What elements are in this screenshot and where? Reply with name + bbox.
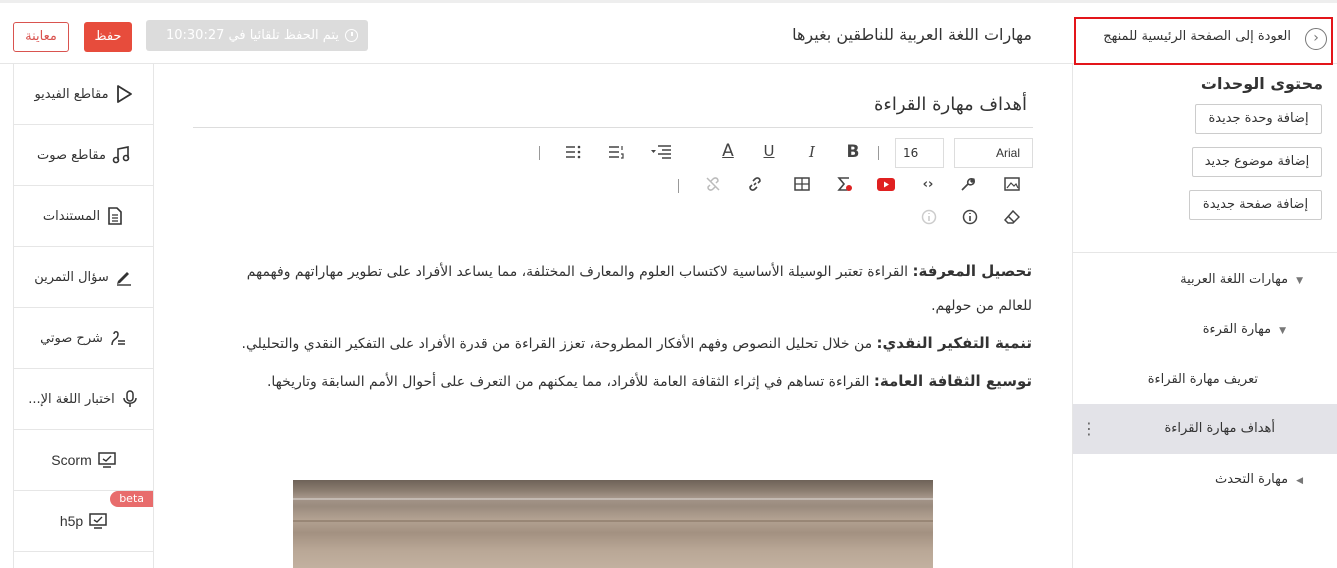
tool-label: h5p (59, 513, 84, 529)
tool-h5p[interactable]: beta h5p (14, 491, 153, 552)
tool-audio[interactable]: مقاطع صوت (14, 125, 153, 186)
bold-icon[interactable]: B (842, 141, 864, 163)
chevron-left-icon: ‹ (1305, 28, 1327, 50)
tool-label: اختبار اللغة الإ... (28, 391, 115, 407)
course-title: مهارات اللغة العربية للناطقين بغيرها (792, 25, 1032, 44)
tool-language-test[interactable]: اختبار اللغة الإ... (14, 369, 153, 430)
tool-documents[interactable]: المستندات (14, 186, 153, 247)
tool-label: شرح صوتي (40, 330, 103, 346)
underline-icon[interactable]: U (758, 140, 780, 162)
tree-item-label: أهداف مهارة القراءة (1164, 421, 1275, 436)
tree-item-unit[interactable]: ▼ مهارات اللغة العربية (1073, 255, 1337, 305)
table-icon[interactable] (791, 173, 813, 195)
page-title[interactable]: أهداف مهارة القراءة (874, 94, 1027, 115)
beta-badge: beta (110, 491, 153, 507)
tool-exercise-question[interactable]: سؤال التمرين (14, 247, 153, 308)
save-button[interactable]: حفظ (84, 22, 132, 52)
youtube-icon[interactable] (875, 173, 897, 195)
code-icon[interactable]: ‹› (917, 173, 939, 195)
page-editor: أهداف مهارة القراءة Arial 16 B I U A ‹› (154, 64, 1072, 568)
pencil-icon (115, 268, 133, 286)
preview-button[interactable]: معاينة (13, 22, 69, 52)
music-icon (112, 146, 130, 164)
align-icon[interactable] (650, 141, 672, 163)
unlink-icon[interactable] (702, 173, 724, 195)
tree-item-topic[interactable]: ◀ مهارة التحدث (1073, 455, 1337, 505)
link-icon[interactable] (744, 173, 766, 195)
monitor-icon (89, 512, 107, 530)
caret-left-icon: ◀ (1296, 476, 1303, 486)
units-panel-title: محتوى الوحدات (1200, 74, 1323, 93)
sigma-icon[interactable] (834, 173, 856, 195)
autosave-status: يتم الحفظ تلقائيا في 10:30:27 (146, 20, 368, 51)
quarry-photo[interactable] (293, 480, 933, 568)
units-panel: محتوى الوحدات إضافة وحدة جديدة إضافة موض… (1072, 64, 1337, 568)
more-options-icon[interactable]: ⋮ (1081, 404, 1097, 454)
top-bar: معاينة حفظ يتم الحفظ تلقائيا في 10:30:27… (0, 0, 1337, 65)
divider (193, 127, 1033, 128)
tool-label: المستندات (42, 208, 101, 224)
autosave-text: يتم الحفظ تلقائيا في 10:30:27 (165, 28, 339, 43)
paragraph-heading: توسيع الثقافة العامة: (873, 372, 1032, 390)
tree-item-page-active[interactable]: أهداف مهارة القراءة ⋮ (1073, 404, 1337, 454)
back-label: العودة إلى الصفحة الرئيسية للمنهج (1103, 29, 1291, 44)
text-color-icon[interactable]: A (717, 140, 739, 162)
tree-item-topic[interactable]: ▼ مهارة القرءة (1073, 305, 1337, 355)
tree-item-label: مهارات اللغة العربية (1180, 272, 1289, 287)
eraser-icon[interactable] (1001, 206, 1023, 228)
add-page-button[interactable]: إضافة صفحة جديدة (1189, 190, 1322, 220)
caret-down-icon: ▼ (1296, 276, 1303, 286)
monitor-icon (97, 451, 116, 469)
info-icon[interactable] (959, 206, 981, 228)
paragraph: تنمية التفكير النقدي: من خلال تحليل النص… (212, 326, 1032, 361)
image-icon[interactable] (1001, 173, 1023, 195)
toolbar-separator (539, 146, 540, 160)
toolbar-separator (678, 179, 679, 193)
info-disabled-icon[interactable] (918, 206, 940, 228)
clock-icon (345, 29, 358, 42)
tree-item-page[interactable]: تعريف مهارة القراءة (1073, 355, 1337, 405)
paragraph-text: من خلال تحليل النصوص وفهم الأفكار المطرو… (241, 336, 877, 352)
caret-down-icon: ▼ (1279, 326, 1286, 336)
paragraph-heading: تنمية التفكير النقدي: (876, 334, 1032, 352)
microphone-icon (121, 390, 139, 408)
divider (1073, 252, 1337, 253)
tool-videos[interactable]: مقاطع الفيديو (14, 64, 153, 125)
tool-label: Scorm (51, 452, 92, 468)
font-size-input[interactable]: 16 (895, 138, 944, 168)
wrench-icon[interactable] (957, 173, 979, 195)
paragraph-text: القراءة تساهم في إثراء الثقافة العامة لل… (266, 374, 874, 390)
toolbar-separator (878, 146, 879, 160)
tool-label: سؤال التمرين (34, 269, 109, 285)
content-tools-sidebar: مقاطع الفيديو مقاطع صوت المستندات سؤال ا… (13, 64, 154, 568)
play-icon (115, 85, 133, 103)
tool-voice-explanation[interactable]: شرح صوتي (14, 308, 153, 369)
voice-explain-icon (109, 329, 127, 347)
tool-scorm[interactable]: Scorm (14, 430, 153, 491)
paragraph: توسيع الثقافة العامة: القراءة تساهم في إ… (212, 364, 1032, 399)
paragraph-heading: تحصيل المعرفة: (912, 262, 1032, 280)
numbered-list-icon[interactable] (605, 141, 627, 163)
paragraph: تحصيل المعرفة: القراءة تعتبر الوسيلة الأ… (212, 254, 1032, 323)
font-family-select[interactable]: Arial (954, 138, 1033, 168)
tree-item-label: تعريف مهارة القراءة (1147, 372, 1258, 387)
tree-item-label: مهارة القرءة (1202, 322, 1272, 337)
tool-label: مقاطع صوت (37, 147, 106, 163)
add-topic-button[interactable]: إضافة موضوع جديد (1192, 147, 1322, 177)
back-to-curriculum-link[interactable]: ‹ العودة إلى الصفحة الرئيسية للمنهج (1074, 17, 1333, 65)
add-unit-button[interactable]: إضافة وحدة جديدة (1195, 104, 1322, 134)
document-icon (106, 207, 124, 225)
rich-text-content[interactable]: تحصيل المعرفة: القراءة تعتبر الوسيلة الأ… (212, 254, 1032, 402)
tree-item-label: مهارة التحدث (1214, 472, 1289, 487)
bulleted-list-icon[interactable] (562, 141, 584, 163)
italic-icon[interactable]: I (801, 141, 823, 163)
tool-label: مقاطع الفيديو (34, 86, 109, 102)
